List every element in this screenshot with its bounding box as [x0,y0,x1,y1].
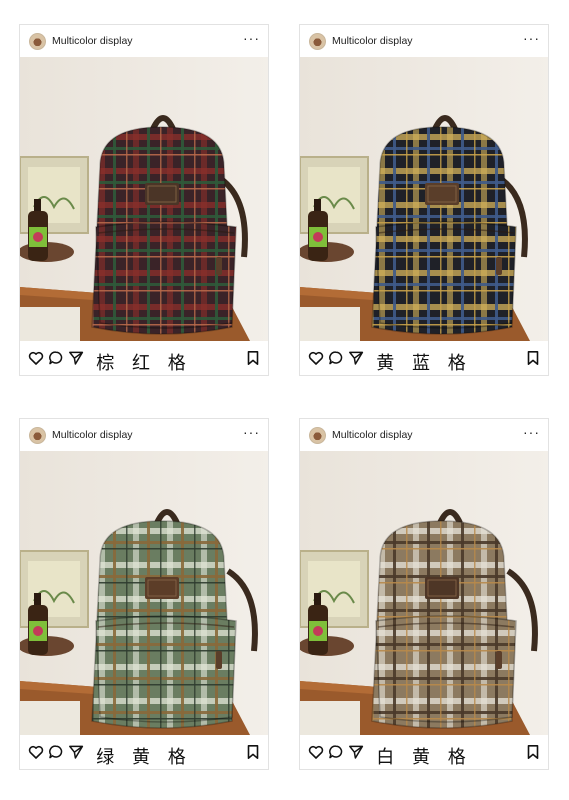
post-actions: 白 黄 格 [300,735,548,771]
avatar[interactable] [29,427,46,444]
post-actions: 棕 红 格 [20,341,268,377]
bookmark-icon[interactable] [526,744,540,760]
post-card: Multicolor display ··· [299,24,549,376]
post-photo[interactable] [20,57,268,341]
more-icon[interactable]: ··· [523,31,540,45]
post-header: Multicolor display ··· [300,419,548,451]
post-caption: 白 黄 格 [376,747,472,768]
username[interactable]: Multicolor display [332,35,413,47]
post-header: Multicolor display ··· [300,25,548,57]
post-actions: 黄 蓝 格 [300,341,548,377]
post-actions: 绿 黄 格 [20,735,268,771]
avatar[interactable] [309,427,326,444]
avatar[interactable] [309,33,326,50]
bookmark-icon[interactable] [526,350,540,366]
post-header: Multicolor display ··· [20,25,268,57]
post-card: Multicolor display ··· [19,24,269,376]
bookmark-icon[interactable] [246,350,260,366]
avatar[interactable] [29,33,46,50]
post-header: Multicolor display ··· [20,419,268,451]
post-photo[interactable] [300,451,548,735]
post-card: Multicolor display ··· [19,418,269,770]
more-icon[interactable]: ··· [243,425,260,439]
post-caption: 黄 蓝 格 [376,353,472,374]
post-caption: 棕 红 格 [96,353,192,374]
post-photo[interactable] [20,451,268,735]
post-photo[interactable] [300,57,548,341]
post-card: Multicolor display ··· [299,418,549,770]
more-icon[interactable]: ··· [523,425,540,439]
username[interactable]: Multicolor display [332,429,413,441]
username[interactable]: Multicolor display [52,429,133,441]
username[interactable]: Multicolor display [52,35,133,47]
post-caption: 绿 黄 格 [96,747,192,768]
more-icon[interactable]: ··· [243,31,260,45]
bookmark-icon[interactable] [246,744,260,760]
